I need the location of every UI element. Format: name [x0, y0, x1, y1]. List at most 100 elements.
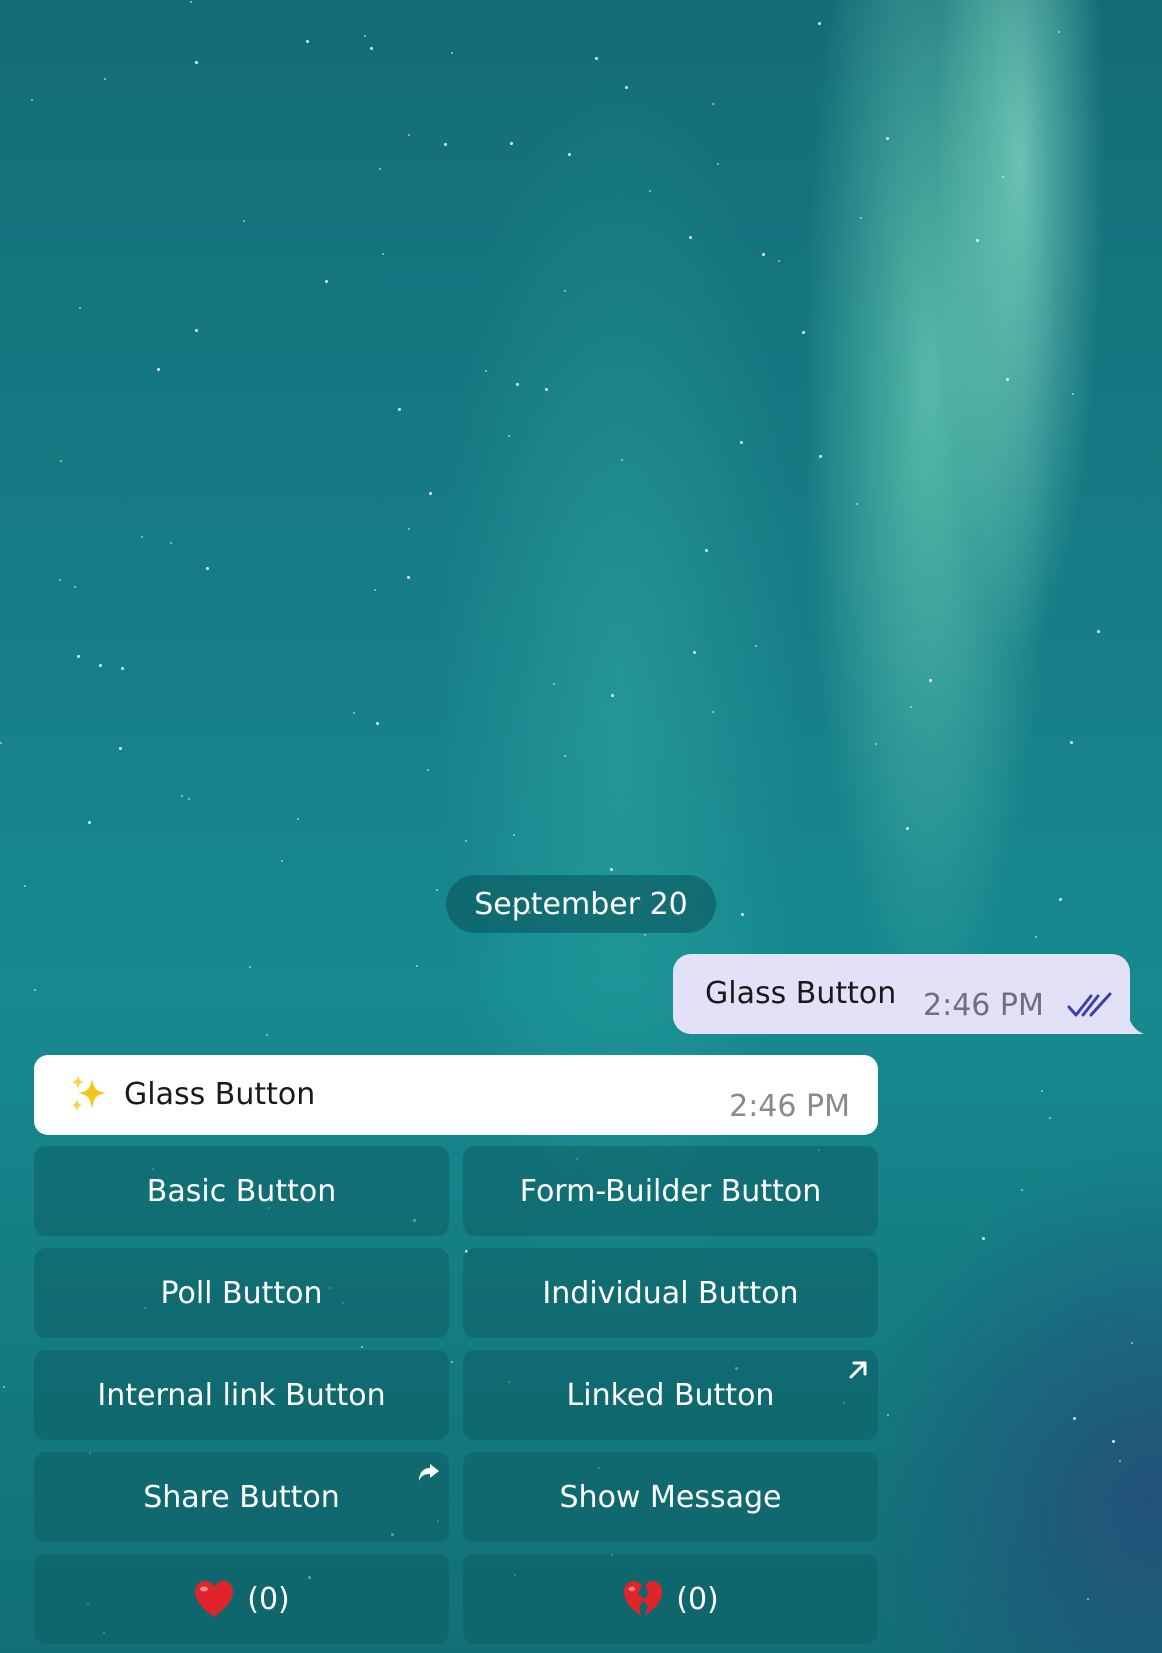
outgoing-bubble-tail [1120, 1004, 1144, 1034]
star [370, 47, 373, 50]
star [610, 868, 613, 871]
star [910, 706, 912, 708]
star [717, 163, 719, 165]
broken-heart-reaction-button[interactable]: (0) [463, 1554, 878, 1644]
star [545, 388, 548, 391]
basic-button[interactable]: Basic Button [34, 1146, 449, 1236]
star [427, 769, 429, 771]
star [451, 52, 453, 54]
star [281, 860, 283, 862]
star [77, 655, 80, 658]
star [1087, 1598, 1089, 1600]
star [376, 722, 379, 725]
star [429, 492, 432, 495]
star [88, 821, 91, 824]
star [875, 743, 877, 745]
star [416, 965, 418, 967]
star [374, 589, 376, 591]
star [306, 40, 309, 43]
show-message-button-label: Show Message [559, 1479, 782, 1515]
share-button[interactable]: Share Button [34, 1452, 449, 1542]
star [353, 712, 355, 714]
outgoing-message-time: 2:46 PM [923, 988, 1044, 1023]
date-separator-label: September 20 [474, 886, 688, 922]
date-separator: September 20 [446, 875, 716, 933]
star [1059, 898, 1062, 901]
star [906, 827, 909, 830]
star [0, 742, 2, 744]
star [74, 586, 76, 588]
star [31, 99, 33, 101]
star [485, 370, 487, 372]
heart-reaction-count: (0) [247, 1581, 290, 1617]
star [59, 579, 61, 581]
star [206, 567, 209, 570]
star [436, 889, 438, 891]
incoming-message-time: 2:46 PM [729, 1089, 850, 1124]
incoming-message-text: Glass Button [124, 1077, 316, 1112]
form-builder-button[interactable]: Form-Builder Button [463, 1146, 878, 1236]
star [819, 455, 822, 458]
star [444, 143, 447, 146]
star [762, 253, 765, 256]
star [157, 368, 160, 371]
star [451, 1361, 453, 1363]
star [408, 134, 410, 136]
star [121, 667, 124, 670]
star [3, 1386, 5, 1388]
star [243, 220, 245, 222]
star [740, 441, 743, 444]
individual-button[interactable]: Individual Button [463, 1248, 878, 1338]
star [24, 885, 26, 887]
star [1006, 378, 1009, 381]
star [1049, 1117, 1051, 1119]
star [513, 834, 515, 836]
share-arrow-icon [419, 1464, 439, 1481]
star [712, 711, 714, 713]
star [886, 137, 889, 140]
outgoing-message-bubble[interactable]: Glass Button 2:46 PM [673, 954, 1130, 1034]
star [644, 934, 646, 936]
star [1058, 31, 1060, 33]
external-link-arrow-icon [849, 1361, 867, 1379]
star [778, 260, 780, 262]
form-builder-button-label: Form-Builder Button [519, 1173, 822, 1209]
star [755, 645, 757, 647]
star [887, 1414, 889, 1416]
star [1072, 393, 1074, 395]
red-heart-icon [195, 1581, 234, 1617]
poll-button[interactable]: Poll Button [34, 1248, 449, 1338]
star [249, 966, 251, 968]
star [508, 435, 510, 437]
star [99, 664, 102, 667]
star [982, 1237, 985, 1240]
star [705, 549, 708, 552]
linked-button[interactable]: Linked Button [463, 1350, 878, 1440]
star [465, 840, 467, 842]
star [119, 747, 122, 750]
star [818, 22, 821, 25]
internal-link-button[interactable]: Internal link Button [34, 1350, 449, 1440]
star [625, 86, 628, 89]
star [170, 542, 172, 544]
basic-button-label: Basic Button [146, 1173, 337, 1209]
show-message-button[interactable]: Show Message [463, 1452, 878, 1542]
star [188, 798, 190, 800]
internal-link-button-label: Internal link Button [97, 1377, 386, 1413]
outgoing-message-text: Glass Button [705, 976, 897, 1011]
star [856, 503, 858, 505]
star [181, 795, 183, 797]
star [190, 1, 192, 3]
sparkles-icon [72, 1075, 106, 1111]
star [611, 694, 614, 697]
heart-reaction-button[interactable]: (0) [34, 1554, 449, 1644]
incoming-message-bubble[interactable]: Glass Button 2:46 PM [34, 1055, 878, 1135]
star [195, 329, 198, 332]
star [104, 78, 106, 80]
star [621, 459, 623, 461]
star [510, 142, 513, 145]
star [364, 35, 366, 37]
star [802, 331, 805, 334]
star [361, 1346, 363, 1348]
star [1041, 1090, 1043, 1092]
